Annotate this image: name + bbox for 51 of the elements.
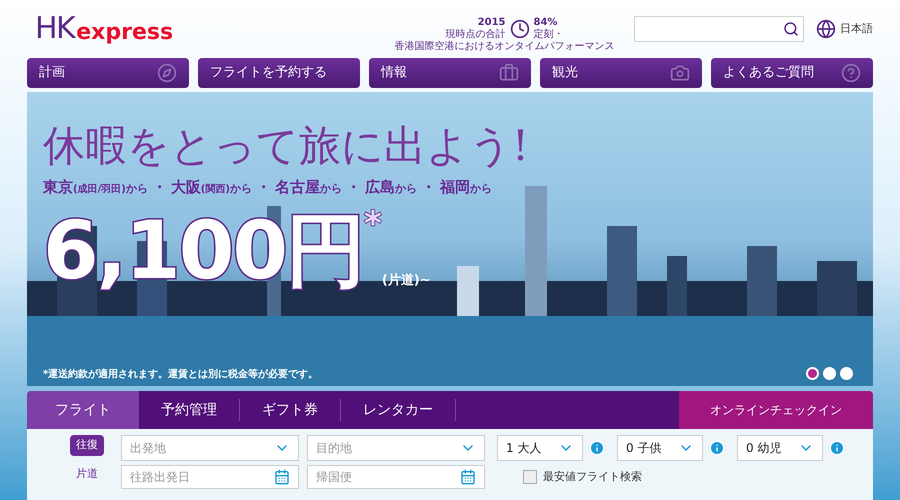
info-icon[interactable] [829,440,845,456]
info-icon[interactable] [709,440,725,456]
compass-icon [157,63,177,83]
stats-percent: 84% [534,17,558,28]
booking-tab[interactable]: レンタカー [341,399,456,421]
camera-icon [670,63,690,83]
nav-tab[interactable]: 計画 [27,58,189,88]
origin-city: 東京(成田/羽田)から [43,177,148,198]
online-checkin-tab[interactable]: オンラインチェックイン [679,391,873,429]
trip-type-option[interactable]: 片道 [70,466,104,482]
briefcase-icon [499,63,519,83]
logo-express: express [76,22,174,44]
stats-period: 現時点の合計 [446,29,506,40]
price-asterisk: * [364,206,382,240]
booking-tab[interactable]: フライト [27,391,139,429]
trip-type-option[interactable]: 往復 [70,435,104,456]
nav-tab[interactable]: 観光 [540,58,702,88]
cheapest-label: 最安値フライト検索 [543,468,642,485]
passenger-select[interactable]: 1 大人 [497,435,583,461]
nav-tab[interactable]: フライトを予約する [198,58,360,88]
search-field[interactable] [634,16,804,42]
nav-tab[interactable]: 情報 [369,58,531,88]
booking-tab[interactable]: 予約管理 [139,399,240,421]
price-note: (片道)~ [382,272,431,290]
language-link[interactable]: 日本語 [840,20,873,38]
origin-city: 福岡から [440,177,492,198]
cheapest-checkbox[interactable] [523,470,537,484]
disclaimer-text: *運送約款が適用されます。運賃とは別に税金等が必要です。 [43,367,318,382]
origin-city: 広島から [364,177,417,198]
booking-tab[interactable]: ギフト券 [240,399,341,421]
logo-hk: HK [35,14,74,44]
info-icon[interactable] [589,440,605,456]
passenger-select[interactable]: 0 子供 [617,435,703,461]
globe-icon[interactable] [816,19,836,39]
stats-label: 定刻・ [534,29,564,41]
calendar-icon [274,469,290,485]
passenger-select[interactable]: 0 幼児 [737,435,823,461]
calendar-icon [460,469,476,485]
nav-tab[interactable]: よくあるご質問 [711,58,873,88]
clock-icon [510,19,530,39]
separator-dot: ・ [152,177,167,198]
separator-dot: ・ [420,177,436,198]
search-icon[interactable] [783,21,799,37]
stats-caption: 香港国際空港におけるオンタイムパフォーマンス [394,41,614,53]
hero-headline: 休暇をとって旅に出よう! [43,120,530,172]
origin-city: 大阪(関西)から [170,177,252,198]
origin-city: 名古屋から [274,177,342,198]
help-icon [841,63,861,83]
separator-dot: ・ [346,177,361,198]
separator-dot: ・ [256,177,271,198]
stats-year: 2015 [478,17,506,28]
